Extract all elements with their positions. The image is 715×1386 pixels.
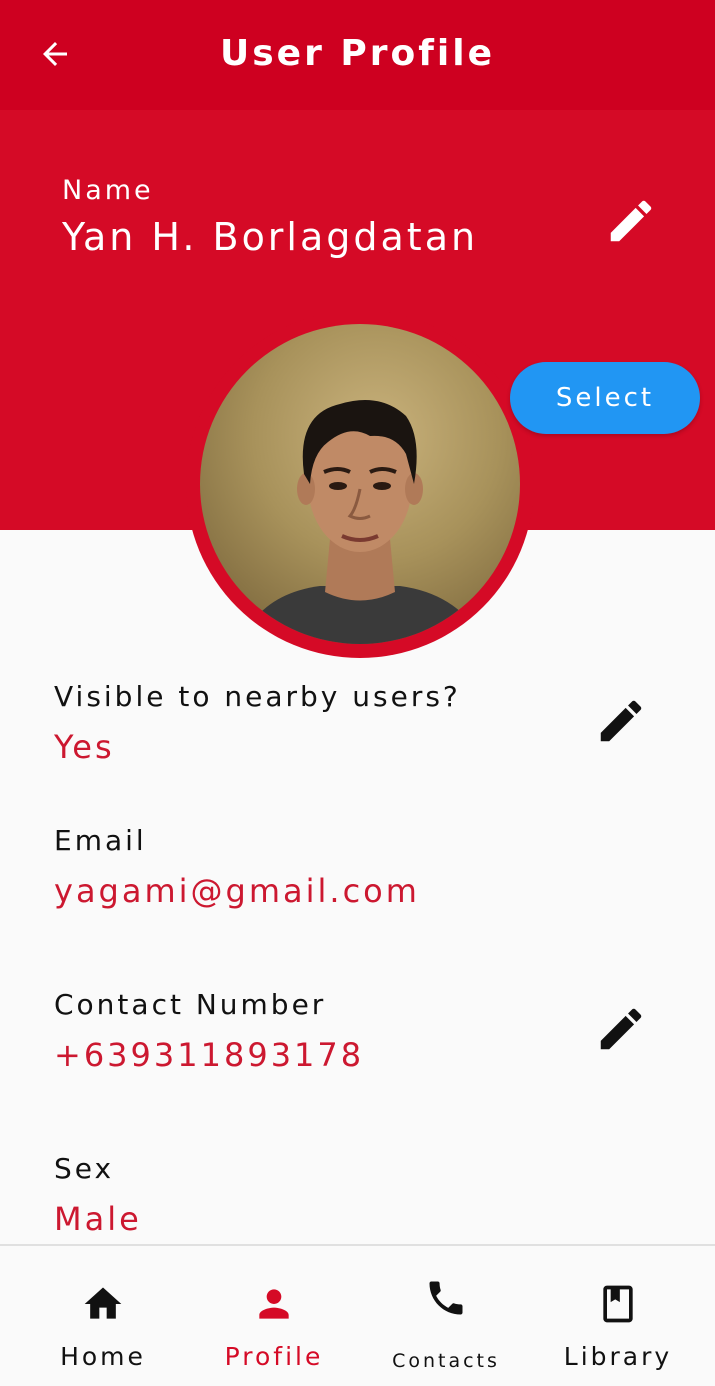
sex-value: Male <box>54 1200 142 1238</box>
person-icon <box>259 1289 289 1319</box>
contact-number-value: +639311893178 <box>54 1036 365 1074</box>
nav-item-profile[interactable]: Profile <box>185 1246 363 1386</box>
pencil-icon <box>610 200 652 242</box>
pencil-icon <box>600 1008 642 1050</box>
name-value: Yan H. Borlagdatan <box>62 215 479 259</box>
email-value: yagami@gmail.com <box>54 872 420 910</box>
nav-label-library: Library <box>563 1342 673 1371</box>
name-label: Name <box>62 175 154 206</box>
visible-value: Yes <box>54 728 115 766</box>
nav-item-library[interactable]: Library <box>529 1246 707 1386</box>
contact-number-label: Contact Number <box>54 988 327 1021</box>
sex-label: Sex <box>54 1152 115 1185</box>
email-label: Email <box>54 824 147 857</box>
nav-label-home: Home <box>60 1342 146 1371</box>
profile-photo <box>240 400 485 644</box>
edit-name-button[interactable] <box>600 190 662 252</box>
nav-label-profile: Profile <box>224 1342 324 1371</box>
nav-item-home[interactable]: Home <box>14 1246 192 1386</box>
edit-contact-number-button[interactable] <box>590 998 652 1060</box>
book-icon <box>603 1285 633 1323</box>
phone-icon <box>429 1281 463 1315</box>
home-icon <box>84 1287 122 1319</box>
bottom-navigation: Home Profile Contacts Library <box>0 1244 715 1386</box>
visible-label: Visible to nearby users? <box>54 680 461 713</box>
select-photo-button[interactable]: Select <box>510 362 700 434</box>
pencil-icon <box>600 700 642 742</box>
edit-visible-button[interactable] <box>590 690 652 752</box>
nav-label-contacts: Contacts <box>392 1350 500 1372</box>
app-bar: User Profile <box>0 0 715 110</box>
page-title: User Profile <box>220 33 495 74</box>
nav-item-contacts[interactable]: Contacts <box>357 1246 535 1386</box>
avatar[interactable] <box>200 324 520 644</box>
